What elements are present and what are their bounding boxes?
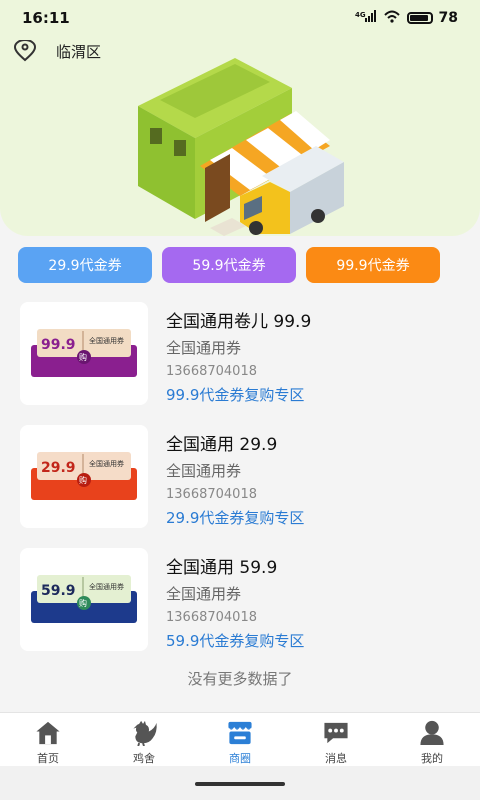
battery-icon bbox=[406, 12, 433, 24]
coupon-value-label: 59.9 bbox=[41, 583, 76, 599]
item-repurchase-link[interactable]: 59.9代金券复购专区 bbox=[166, 629, 304, 653]
item-subtitle: 全国通用券 bbox=[166, 339, 242, 357]
item-title: 全国通用 59.9 bbox=[166, 558, 278, 578]
nav-label-shop: 商圈 bbox=[229, 752, 251, 765]
item-subtitle: 全国通用券 bbox=[166, 585, 242, 603]
item-phone: 13668704018 bbox=[166, 610, 257, 625]
coupon-tab-59-9[interactable]: 59.9代金券 bbox=[162, 247, 296, 283]
message-icon bbox=[324, 722, 348, 744]
nav-label-coop: 鸡舍 bbox=[133, 752, 155, 765]
nav-item-shop[interactable]: 商圈 bbox=[192, 713, 288, 766]
item-title: 全国通用 29.9 bbox=[166, 435, 278, 455]
signal-icon: 4G bbox=[355, 9, 377, 27]
item-repurchase-link[interactable]: 29.9代金券复购专区 bbox=[166, 506, 304, 530]
item-phone: 13668704018 bbox=[166, 487, 257, 502]
nav-item-home[interactable]: 首页 bbox=[0, 713, 96, 766]
list-item[interactable]: 99.9 全国通用券 购 全国通用卷儿 99.9 全国通用券 136687040… bbox=[20, 302, 460, 405]
coupon-list: 99.9 全国通用券 购 全国通用卷儿 99.9 全国通用券 136687040… bbox=[20, 302, 460, 671]
coupon-badge-text: 全国通用券 bbox=[89, 459, 124, 468]
battery-level: 78 bbox=[438, 10, 458, 26]
coupon-buy-label: 购 bbox=[79, 475, 87, 485]
warehouse-illustration bbox=[138, 58, 344, 236]
status-bar: 16:11 4G 78 bbox=[0, 0, 480, 36]
coupon-tab-99-9[interactable]: 99.9代金券 bbox=[306, 247, 440, 283]
home-icon bbox=[36, 721, 60, 745]
coupon-value-label: 99.9 bbox=[41, 337, 76, 353]
coupon-buy-label: 购 bbox=[79, 352, 87, 362]
list-item[interactable]: 29.9 全国通用券 购 全国通用 29.9 全国通用券 13668704018… bbox=[20, 425, 460, 528]
no-more-data-text: 没有更多数据了 bbox=[187, 670, 293, 688]
coupon-tabs: 29.9代金券 59.9代金券 99.9代金券 bbox=[18, 247, 448, 283]
rooster-icon bbox=[133, 720, 157, 746]
coupon-buy-label: 购 bbox=[79, 598, 87, 608]
nav-label-messages: 消息 bbox=[325, 752, 347, 765]
nav-item-messages[interactable]: 消息 bbox=[288, 713, 384, 766]
svg-text:4G: 4G bbox=[355, 11, 366, 19]
item-phone: 13668704018 bbox=[166, 364, 257, 379]
nav-item-profile[interactable]: 我的 bbox=[384, 713, 480, 766]
coupon-value-label: 29.9 bbox=[41, 460, 76, 476]
hero-banner: 临渭区 bbox=[0, 36, 480, 236]
wifi-icon bbox=[383, 9, 401, 27]
item-subtitle: 全国通用券 bbox=[166, 462, 242, 480]
system-home-bar bbox=[0, 766, 480, 800]
status-time: 16:11 bbox=[22, 9, 70, 27]
item-repurchase-link[interactable]: 99.9代金券复购专区 bbox=[166, 383, 311, 407]
bottom-nav: 首页 鸡舍 商圈 消息 我的 bbox=[0, 712, 480, 766]
nav-label-home: 首页 bbox=[37, 752, 59, 765]
coupon-tab-29-9[interactable]: 29.9代金券 bbox=[18, 247, 152, 283]
nav-item-coop[interactable]: 鸡舍 bbox=[96, 713, 192, 766]
status-icons: 4G 78 bbox=[355, 9, 458, 27]
coupon-thumbnail: 99.9 全国通用券 购 bbox=[20, 302, 148, 405]
item-info: 全国通用 29.9 全国通用券 13668704018 29.9代金券复购专区 bbox=[166, 425, 304, 528]
coupon-badge-text: 全国通用券 bbox=[89, 582, 124, 591]
shop-icon bbox=[227, 721, 253, 745]
coupon-thumbnail: 29.9 全国通用券 购 bbox=[20, 425, 148, 528]
item-title: 全国通用卷儿 99.9 bbox=[166, 312, 312, 332]
coupon-thumbnail: 59.9 全国通用券 购 bbox=[20, 548, 148, 651]
nav-label-profile: 我的 bbox=[421, 752, 443, 765]
user-icon bbox=[420, 720, 444, 746]
coupon-badge-text: 全国通用券 bbox=[89, 336, 124, 345]
home-indicator[interactable] bbox=[195, 782, 285, 786]
list-item[interactable]: 59.9 全国通用券 购 全国通用 59.9 全国通用券 13668704018… bbox=[20, 548, 460, 651]
item-info: 全国通用 59.9 全国通用券 13668704018 59.9代金券复购专区 bbox=[166, 548, 304, 651]
item-info: 全国通用卷儿 99.9 全国通用券 13668704018 99.9代金券复购专… bbox=[166, 302, 311, 405]
